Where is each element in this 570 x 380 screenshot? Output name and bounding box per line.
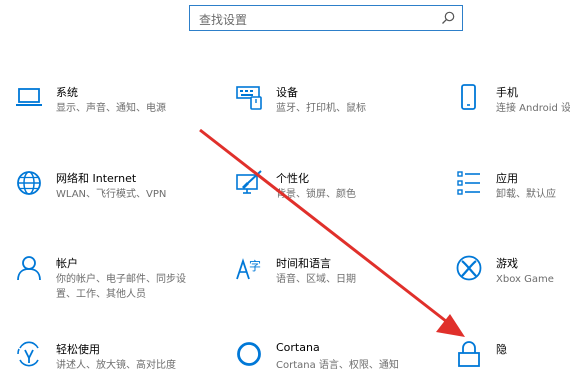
laptop-icon: [16, 88, 42, 106]
brush-icon: [236, 170, 262, 194]
tile-desc: WLAN、飞行模式、VPN: [56, 189, 167, 200]
tile-system[interactable]: 系统 显示、声音、通知、电源: [16, 84, 196, 140]
tile-accounts[interactable]: 帐户 你的帐户、电子邮件、同步设 置、工作、其他人员: [16, 255, 196, 311]
tile-title: 时间和语言: [276, 257, 331, 270]
tile-title: 网络和 Internet: [56, 172, 137, 185]
tile-apps[interactable]: 应用 卸载、默认应: [456, 170, 570, 226]
user-icon: [17, 256, 41, 281]
search-placeholder: 查找设置: [199, 13, 248, 27]
keyboard-icon: [236, 86, 262, 110]
tile-ease-of-access[interactable]: 轻松使用 讲述人、放大镜、高对比度: [16, 341, 196, 380]
tile-cortana[interactable]: Cortana Cortana 语言、权限、通知: [236, 341, 416, 380]
tile-desc: 显示、声音、通知、电源: [56, 103, 166, 114]
tile-desc: 连接 Android 设: [496, 103, 570, 114]
search-input[interactable]: 查找设置: [189, 5, 463, 31]
tile-personalization[interactable]: 个性化 背景、锁屏、颜色: [236, 170, 416, 226]
tile-gaming[interactable]: 游戏 Xbox Game: [456, 255, 570, 311]
tile-desc: 你的帐户、电子邮件、同步设 置、工作、其他人员: [56, 274, 186, 300]
cortana-icon: [237, 342, 261, 366]
search-icon[interactable]: [440, 10, 456, 26]
tile-phone[interactable]: 手机 连接 Android 设: [456, 84, 570, 140]
tile-title: Cortana: [276, 341, 320, 354]
phone-icon: [461, 84, 476, 110]
tile-title: 个性化: [276, 172, 309, 185]
lock-icon: [458, 341, 480, 367]
tile-desc: 语音、区域、日期: [276, 274, 356, 285]
settings-home: 查找设置 系统 显示、声音、通知、电源 设备 蓝牙、打印机、鼠标 手机 连接 A…: [0, 0, 570, 380]
globe-icon: [17, 171, 41, 195]
tile-title: 设备: [276, 86, 298, 99]
tile-title: 应用: [496, 172, 518, 185]
tile-desc: 卸载、默认应: [496, 189, 556, 200]
tile-desc: Cortana 语言、权限、通知: [276, 360, 399, 371]
tile-desc: 讲述人、放大镜、高对比度: [56, 360, 176, 371]
tile-devices[interactable]: 设备 蓝牙、打印机、鼠标: [236, 84, 416, 140]
tile-title: 隐: [496, 343, 507, 356]
tile-privacy[interactable]: 隐: [456, 341, 566, 380]
tile-title: 帐户: [56, 257, 78, 270]
tile-desc: Xbox Game: [496, 274, 554, 285]
tile-desc: 蓝牙、打印机、鼠标: [276, 103, 366, 114]
tile-title: 系统: [56, 86, 78, 99]
tile-desc: 背景、锁屏、颜色: [276, 189, 356, 200]
tile-network[interactable]: 网络和 Internet WLAN、飞行模式、VPN: [16, 170, 196, 226]
apps-icon: [457, 171, 480, 195]
ease-of-access-icon: [17, 341, 39, 367]
tile-time-language[interactable]: 字 时间和语言 语音、区域、日期: [236, 255, 416, 311]
tile-title: 游戏: [496, 257, 518, 270]
svg-text:字: 字: [249, 258, 261, 273]
tile-title: 轻松使用: [56, 343, 100, 356]
tile-title: 手机: [496, 86, 518, 99]
xbox-icon: [456, 255, 482, 281]
language-icon: 字: [236, 258, 261, 280]
